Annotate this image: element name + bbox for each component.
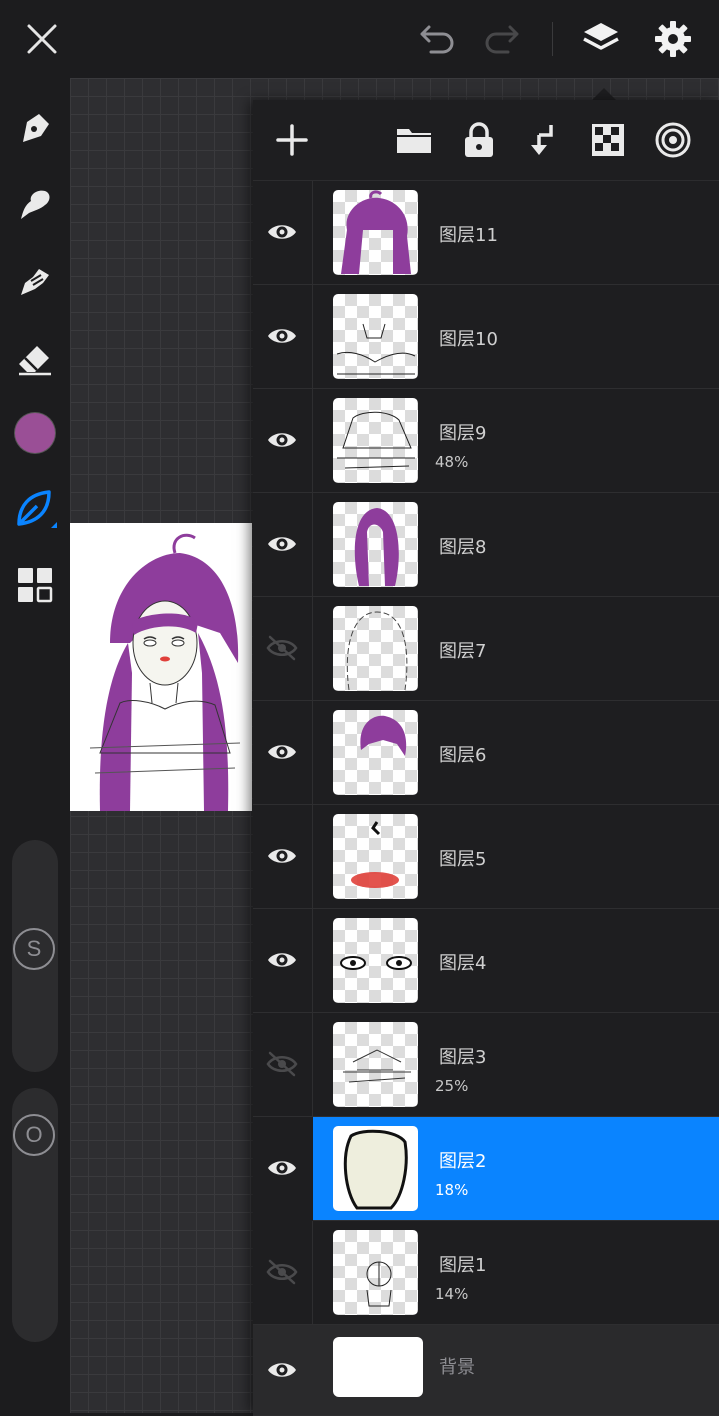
row-divider xyxy=(312,285,313,388)
layer-row[interactable]: 图层1 14% xyxy=(253,1221,719,1325)
row-divider xyxy=(312,181,313,284)
lock-icon[interactable] xyxy=(454,115,504,165)
eye-hidden-icon[interactable] xyxy=(257,1247,307,1297)
layer-row[interactable]: 图层11 xyxy=(253,181,719,285)
row-divider xyxy=(312,389,313,492)
layer-row[interactable]: 图层6 xyxy=(253,701,719,805)
eye-icon[interactable] xyxy=(257,727,307,777)
layer-opacity: 18% xyxy=(435,1181,469,1199)
size-slider-label: S xyxy=(26,936,42,961)
gear-icon[interactable] xyxy=(648,14,698,64)
smudge-icon[interactable] xyxy=(10,180,60,230)
layer-name: 图层3 xyxy=(439,1047,487,1068)
eye-icon[interactable] xyxy=(257,1345,307,1395)
layer-name: 图层5 xyxy=(439,849,487,870)
layer-name: 图层2 xyxy=(439,1151,487,1172)
layer-thumbnail[interactable] xyxy=(333,294,418,379)
layer-row[interactable]: 图层4 xyxy=(253,909,719,1013)
eye-icon[interactable] xyxy=(257,831,307,881)
row-divider xyxy=(312,805,313,908)
eye-icon[interactable] xyxy=(257,935,307,985)
layer-thumbnail[interactable] xyxy=(333,502,418,587)
size-slider-knob[interactable]: S xyxy=(13,928,55,970)
layer-name: 图层11 xyxy=(439,225,498,246)
left-toolbar: S O xyxy=(0,78,70,1413)
eye-hidden-icon[interactable] xyxy=(257,623,307,673)
layer-thumbnail[interactable] xyxy=(333,606,418,691)
merge-down-icon[interactable] xyxy=(518,115,568,165)
layers-icon[interactable] xyxy=(576,14,626,64)
row-divider xyxy=(312,1013,313,1116)
opacity-slider-knob[interactable]: O xyxy=(13,1114,55,1156)
layer-thumbnail[interactable] xyxy=(333,398,418,483)
eye-icon[interactable] xyxy=(257,415,307,465)
redo-icon[interactable] xyxy=(477,14,527,64)
eye-icon[interactable] xyxy=(257,1143,307,1193)
eye-icon[interactable] xyxy=(257,311,307,361)
eye-icon[interactable] xyxy=(257,519,307,569)
layer-row[interactable]: 图层7 xyxy=(253,597,719,701)
layer-name: 图层1 xyxy=(439,1255,487,1276)
row-divider xyxy=(312,909,313,1012)
background-layer-row[interactable]: 背景 xyxy=(253,1325,719,1416)
layers-panel: 图层11 图层10 图层9 48% 图层8 图层7 图层6 图层5 图层4 图层3 25% 图层2 18… xyxy=(253,100,719,1416)
layer-name: 图层10 xyxy=(439,329,498,350)
opacity-slider-label: O xyxy=(25,1122,43,1147)
row-divider xyxy=(312,1221,313,1324)
layer-thumbnail[interactable] xyxy=(333,1230,418,1315)
layer-thumbnail[interactable] xyxy=(333,814,418,899)
alpha-lock-icon[interactable] xyxy=(583,115,633,165)
layer-opacity: 48% xyxy=(435,453,469,471)
eye-icon[interactable] xyxy=(257,207,307,257)
layer-thumbnail[interactable] xyxy=(333,1022,418,1107)
brush-size-slider[interactable]: S xyxy=(12,840,58,1072)
layer-name: 图层7 xyxy=(439,641,487,662)
close-icon[interactable] xyxy=(17,14,67,64)
add-layer-icon[interactable] xyxy=(267,115,317,165)
row-divider xyxy=(312,493,313,596)
row-divider xyxy=(312,701,313,804)
layer-name: 图层6 xyxy=(439,745,487,766)
toolbar-divider xyxy=(552,22,553,56)
layer-row[interactable]: 图层3 25% xyxy=(253,1013,719,1117)
layer-thumbnail[interactable] xyxy=(333,710,418,795)
pen-icon[interactable] xyxy=(10,103,60,153)
layer-row[interactable]: 图层5 xyxy=(253,805,719,909)
background-layer-name: 背景 xyxy=(439,1357,475,1378)
layer-opacity: 14% xyxy=(435,1285,469,1303)
layer-row[interactable]: 图层2 18% xyxy=(268,1117,719,1221)
brush-opacity-slider[interactable]: O xyxy=(12,1088,58,1342)
layer-row[interactable]: 图层9 48% xyxy=(253,389,719,493)
eye-hidden-icon[interactable] xyxy=(257,1039,307,1089)
layer-opacity: 25% xyxy=(435,1077,469,1095)
layer-name: 图层4 xyxy=(439,953,487,974)
undo-icon[interactable] xyxy=(412,14,462,64)
layer-row[interactable]: 图层10 xyxy=(253,285,719,389)
eraser-icon[interactable] xyxy=(10,333,60,383)
layer-thumbnail[interactable] xyxy=(333,918,418,1003)
row-divider xyxy=(312,597,313,700)
leaf-brush-icon[interactable] xyxy=(10,483,60,533)
background-thumbnail[interactable] xyxy=(333,1337,423,1397)
layer-name: 图层9 xyxy=(439,423,487,444)
panel-caret xyxy=(592,88,616,100)
blur-icon[interactable] xyxy=(10,256,60,306)
folder-icon[interactable] xyxy=(389,115,439,165)
layer-name: 图层8 xyxy=(439,537,487,558)
artwork-canvas[interactable] xyxy=(70,523,252,811)
layers-toolbar xyxy=(253,100,719,181)
top-bar xyxy=(0,0,719,78)
clipping-icon[interactable] xyxy=(648,115,698,165)
grid-menu-icon[interactable] xyxy=(10,560,60,610)
layer-row[interactable]: 图层8 xyxy=(253,493,719,597)
color-swatch[interactable] xyxy=(10,408,60,458)
layer-thumbnail[interactable] xyxy=(333,190,418,275)
layer-thumbnail[interactable] xyxy=(333,1126,418,1211)
